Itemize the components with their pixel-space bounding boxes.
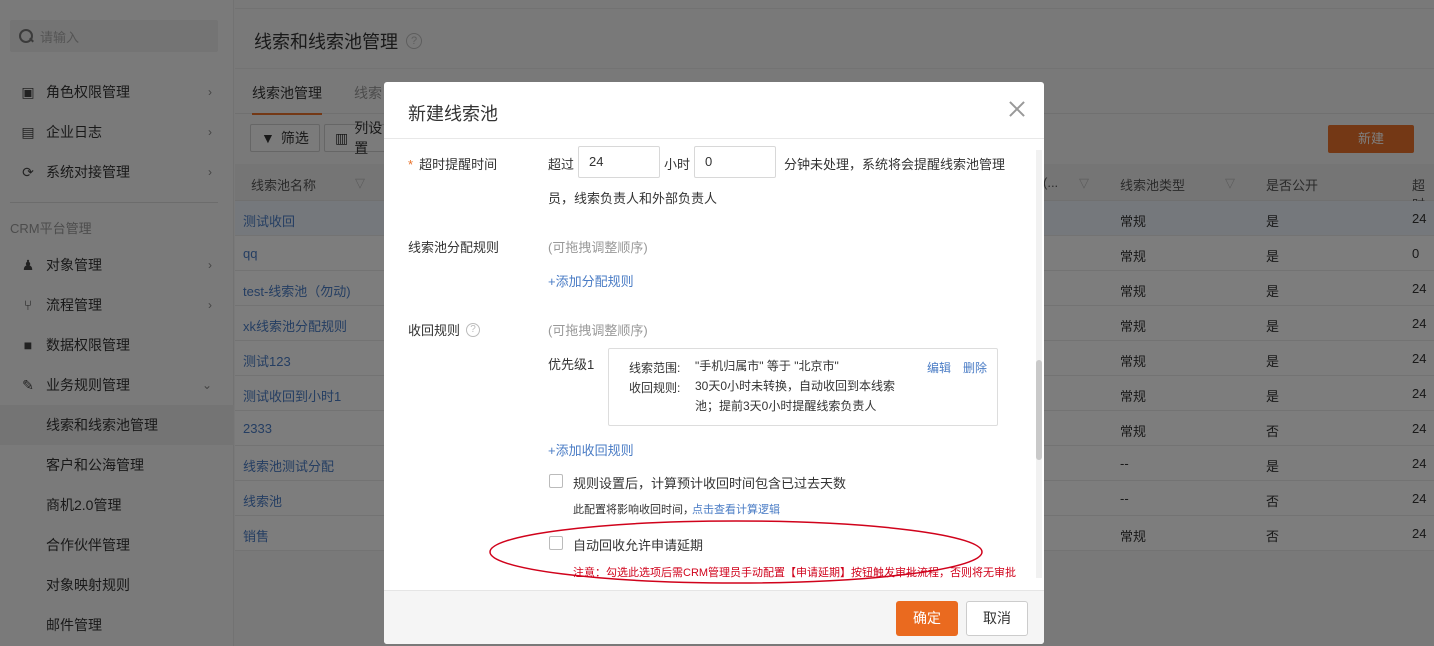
allow-extension-checkbox[interactable] <box>549 536 563 550</box>
add-assign-rule-link[interactable]: +添加分配规则 <box>548 271 634 290</box>
allow-extension-warning: 注意：勾选此选项后需CRM管理员手动配置【申请延期】按钮触发审批流程，否则将无审… <box>573 567 1017 579</box>
modal-scrollbar[interactable] <box>1036 150 1042 578</box>
modal-title: 新建线索池 <box>408 104 498 124</box>
timeout-label-text: 超时提醒时间 <box>419 157 498 172</box>
required-marker: * <box>408 157 414 172</box>
rule-label: 收回规则: <box>629 381 681 395</box>
close-icon[interactable] <box>1006 98 1028 120</box>
edit-rule-link[interactable]: 编辑 <box>927 359 951 376</box>
include-past-days-label: 规则设置后，计算预计收回时间包含已过去天数 <box>573 476 847 491</box>
include-past-days-checkbox[interactable] <box>549 474 563 488</box>
recycle-rule-card[interactable]: 线索范围: "手机归属市" 等于 "北京市" 收回规则: 30天0小时未转换，自… <box>608 348 998 426</box>
priority-label: 优先级1 <box>548 357 595 372</box>
modal-body: * 超时提醒时间 超过 24 小时 0 分钟未处理，系统将会提醒线索池管理 员，线… <box>384 140 1044 590</box>
modal-header: 新建线索池 <box>384 82 1044 139</box>
scope-label: 线索范围: <box>629 361 681 375</box>
help-icon[interactable]: ? <box>466 322 481 337</box>
assign-rules-label: 线索池分配规则 <box>408 240 500 255</box>
assign-drag-hint: (可拖拽调整顺序) <box>548 240 648 255</box>
delete-rule-link[interactable]: 删除 <box>963 359 987 376</box>
minutes-input[interactable]: 0 <box>694 146 776 178</box>
scrollbar-thumb[interactable] <box>1036 360 1042 460</box>
hours-input[interactable]: 24 <box>578 146 660 178</box>
new-leads-pool-modal: 新建线索池 * 超时提醒时间 超过 24 小时 0 分钟未处理，系统将会提醒线索池… <box>384 82 1044 644</box>
include-past-days-note: 此配置将影响收回时间， <box>573 504 694 516</box>
cancel-button[interactable]: 取消 <box>966 601 1028 636</box>
rule-value: 30天0小时未转换，自动收回到本线索池；提前3天0小时提醒线索负责人 <box>695 379 896 413</box>
add-recycle-rule-link[interactable]: +添加收回规则 <box>548 440 634 459</box>
scope-value: "手机归属市" 等于 "北京市" <box>695 359 839 373</box>
modal-footer: 确定 取消 <box>384 590 1044 644</box>
timeout-label: * 超时提醒时间 <box>408 154 497 173</box>
calc-logic-link[interactable]: 点击查看计算逻辑 <box>692 501 780 517</box>
recycle-rules-label-text: 收回规则 <box>408 323 461 338</box>
exceed-text: 超过 <box>548 157 575 172</box>
recycle-rules-label: 收回规则 ? <box>408 320 481 339</box>
recycle-drag-hint: (可拖拽调整顺序) <box>548 323 648 338</box>
hours-unit: 小时 <box>664 157 691 172</box>
timeout-desc-1: 分钟未处理，系统将会提醒线索池管理 <box>784 157 1006 172</box>
confirm-button[interactable]: 确定 <box>896 601 958 636</box>
allow-extension-label: 自动回收允许申请延期 <box>573 538 704 553</box>
timeout-desc-2: 员，线索负责人和外部负责人 <box>548 191 718 206</box>
